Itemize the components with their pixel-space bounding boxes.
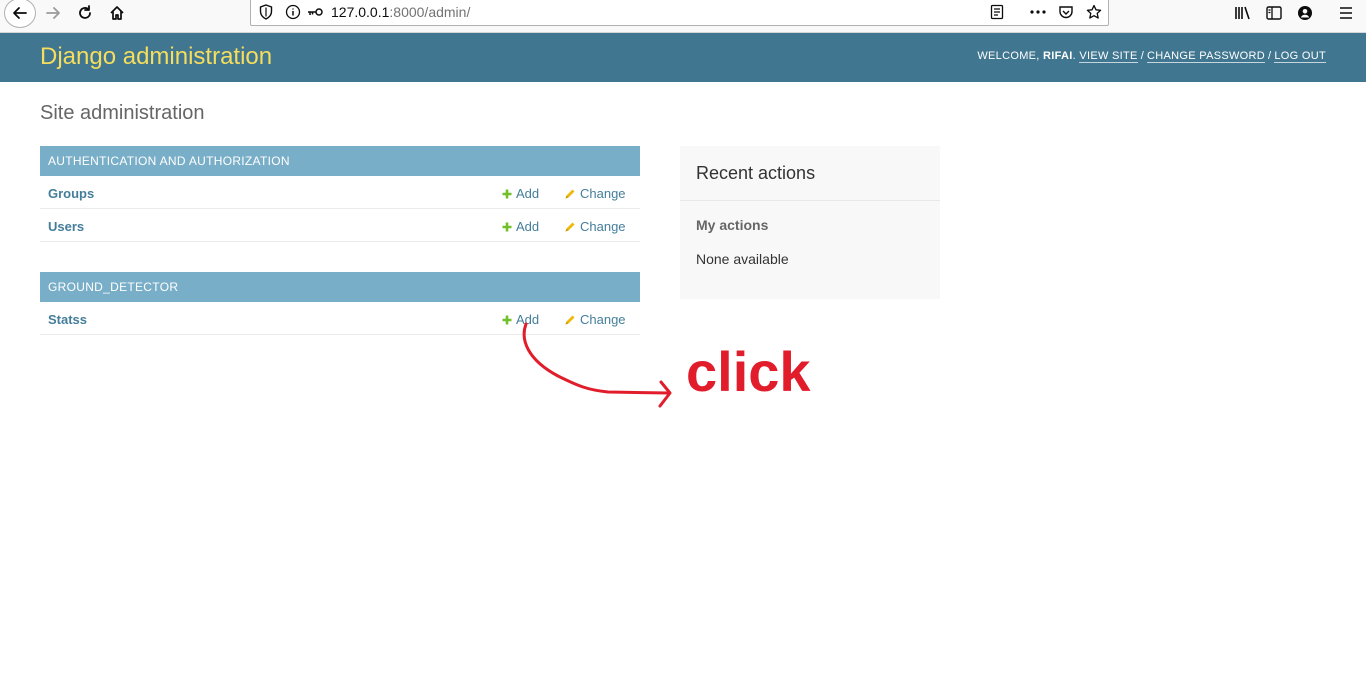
plus-icon <box>502 222 512 231</box>
module-caption[interactable]: Ground_detector <box>40 272 640 302</box>
change-label: Change <box>580 219 626 234</box>
account-button[interactable] <box>1290 0 1320 26</box>
model-link-users[interactable]: Users <box>48 219 84 234</box>
arrow-left-icon <box>13 7 27 19</box>
more-actions-icon[interactable] <box>1029 3 1047 21</box>
app-module-auth: Authentication and Authorization Groups … <box>40 146 640 242</box>
url-path: :8000/admin/ <box>389 4 471 20</box>
model-row-users: Users Add Change <box>40 209 640 242</box>
back-button[interactable] <box>4 0 36 28</box>
site-branding[interactable]: Django administration <box>40 43 272 71</box>
add-groups-button[interactable]: Add <box>502 186 539 201</box>
home-icon <box>110 6 124 20</box>
separator: / <box>1268 50 1272 62</box>
reload-icon <box>79 5 91 19</box>
arrow-right-icon <box>46 7 60 19</box>
change-label: Change <box>580 186 626 201</box>
model-link-statss[interactable]: Statss <box>48 312 87 327</box>
reader-view-icon[interactable] <box>988 3 1006 21</box>
divider <box>680 200 940 201</box>
change-password-link[interactable]: CHANGE PASSWORD <box>1147 50 1266 63</box>
user-tools: WELCOME, RIFAI. VIEW SITE / CHANGE PASSWOR… <box>977 50 1326 63</box>
menu-button[interactable] <box>1331 0 1361 26</box>
plus-icon <box>502 315 512 324</box>
address-bar[interactable]: 127.0.0.1:8000/admin/ <box>250 0 1109 26</box>
welcome-end: . <box>1072 50 1076 62</box>
info-icon[interactable] <box>284 3 302 21</box>
model-row-groups: Groups Add Change <box>40 176 640 209</box>
module-caption[interactable]: Authentication and Authorization <box>40 146 640 176</box>
account-icon <box>1298 6 1312 20</box>
forward-button[interactable] <box>38 0 68 26</box>
view-site-link[interactable]: VIEW SITE <box>1079 50 1138 63</box>
recent-actions-panel: Recent actions My actions None available <box>680 146 940 299</box>
shield-icon[interactable] <box>257 3 275 21</box>
annotation-label: click <box>686 340 811 403</box>
add-label: Add <box>516 186 540 201</box>
add-users-button[interactable]: Add <box>502 219 539 234</box>
url-text[interactable]: 127.0.0.1:8000/admin/ <box>331 4 470 20</box>
reload-button[interactable] <box>70 0 100 26</box>
my-actions-heading: My actions <box>696 217 769 233</box>
pencil-icon <box>565 222 575 231</box>
library-button[interactable] <box>1228 0 1258 26</box>
bookmark-star-icon[interactable] <box>1085 3 1103 21</box>
none-available-text: None available <box>696 251 789 267</box>
add-label: Add <box>516 219 540 234</box>
log-out-link[interactable]: LOG OUT <box>1274 50 1326 63</box>
welcome-text: WELCOME, <box>977 50 1044 62</box>
home-button[interactable] <box>102 0 132 26</box>
hamburger-menu-icon <box>1340 7 1352 19</box>
page-title: Site administration <box>40 102 205 124</box>
model-link-groups[interactable]: Groups <box>48 186 94 201</box>
key-icon[interactable] <box>305 3 325 21</box>
url-host: 127.0.0.1 <box>331 4 390 20</box>
browser-toolbar: 127.0.0.1:8000/admin/ <box>0 0 1366 33</box>
separator: / <box>1140 50 1145 62</box>
pencil-icon <box>565 189 575 198</box>
sidebar-button[interactable] <box>1259 0 1289 26</box>
plus-icon <box>502 189 512 198</box>
sidebar-icon <box>1266 6 1282 20</box>
annotation-arrow <box>522 322 672 408</box>
recent-actions-title: Recent actions <box>696 163 816 183</box>
admin-header: Django administration WELCOME, RIFAI. VI… <box>0 33 1366 82</box>
change-users-button[interactable]: Change <box>564 219 626 234</box>
pocket-icon[interactable] <box>1057 3 1075 21</box>
change-groups-button[interactable]: Change <box>564 186 626 201</box>
username: RIFAI <box>1043 50 1073 62</box>
library-icon <box>1235 6 1250 20</box>
